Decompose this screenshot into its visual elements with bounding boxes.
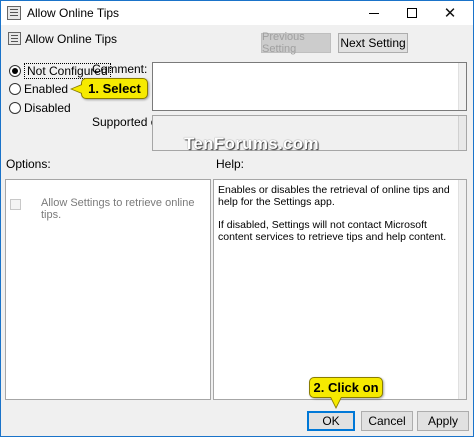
radio-button[interactable] [9, 83, 21, 95]
comment-scrollbar[interactable] [458, 63, 466, 110]
maximize-icon [407, 8, 417, 18]
close-icon: ✕ [443, 5, 457, 22]
radio-label: Enabled [24, 82, 69, 96]
apply-button[interactable]: Apply [417, 411, 469, 431]
options-label: Options: [6, 157, 51, 171]
window-title: Allow Online Tips [27, 6, 120, 20]
help-scrollbar[interactable] [458, 180, 466, 399]
watermark: TenForums.com [184, 134, 319, 153]
allow-online-tips-label: Allow Settings to retrieve online tips. [41, 197, 195, 221]
minimize-button[interactable] [357, 1, 391, 25]
policy-dialog-window: Allow Online Tips ✕ Allow Online Tips Pr… [0, 0, 474, 437]
callout-select: 1. Select [70, 78, 148, 99]
comment-field[interactable] [152, 62, 467, 111]
radio-label: Disabled [24, 101, 71, 115]
maximize-button[interactable] [395, 1, 429, 25]
help-paragraph: Enables or disables the retrieval of onl… [218, 184, 450, 208]
close-button[interactable]: ✕ [433, 1, 467, 25]
callout-click-on: 2. Click on [309, 377, 383, 409]
radio-button[interactable] [9, 102, 21, 114]
title-bar[interactable]: Allow Online Tips ✕ [1, 1, 473, 25]
cancel-button[interactable]: Cancel [361, 411, 413, 431]
allow-online-tips-checkbox[interactable] [10, 199, 21, 210]
minimize-icon [369, 12, 379, 14]
ok-button[interactable]: OK [307, 411, 355, 431]
previous-setting-button[interactable]: Previous Setting [261, 31, 331, 55]
help-label: Help: [216, 157, 245, 171]
radio-enabled[interactable]: Enabled [9, 82, 68, 96]
comment-label: Comment: [92, 62, 148, 76]
policy-title: Allow Online Tips [25, 32, 118, 46]
radio-disabled[interactable]: Disabled [9, 101, 71, 115]
supported-on-scrollbar[interactable] [458, 116, 466, 150]
help-paragraph: If disabled, Settings will not contact M… [218, 219, 447, 243]
next-setting-button[interactable]: Next Setting [338, 33, 408, 53]
options-pane: Allow Settings to retrieve online tips. [5, 179, 211, 400]
radio-button[interactable] [9, 65, 21, 77]
policy-icon [7, 6, 21, 20]
policy-icon [8, 32, 21, 45]
help-pane: Enables or disables the retrieval of onl… [213, 179, 467, 400]
